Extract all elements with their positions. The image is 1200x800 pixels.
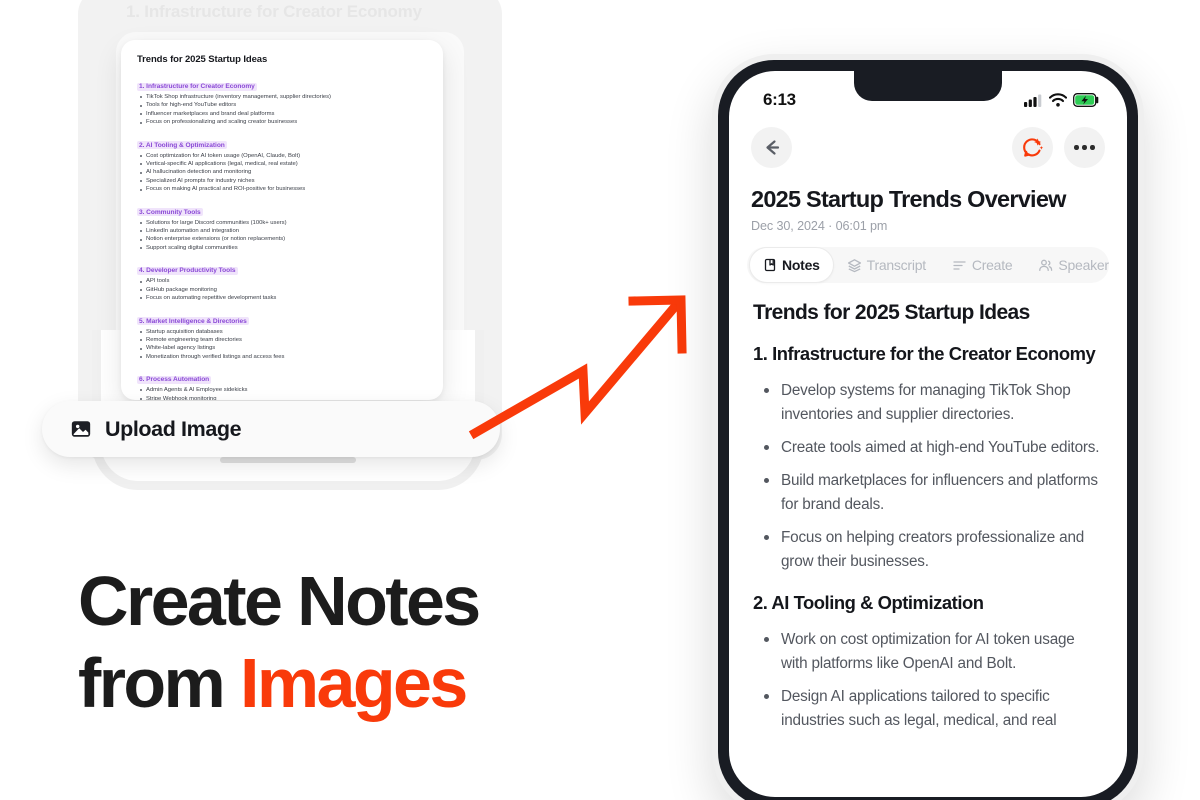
tab-transcript[interactable]: Transcript	[834, 247, 939, 283]
app-header	[729, 119, 1127, 168]
document-bullet: Vertical-specific AI applications (legal…	[137, 160, 427, 168]
note-bullet: Create tools aimed at high-end YouTube e…	[753, 436, 1103, 460]
document-bullet: Cost optimization for AI token usage (Op…	[137, 152, 427, 160]
note-bullet: Develop systems for managing TikTok Shop…	[753, 379, 1103, 427]
book-icon	[763, 258, 777, 272]
document-bullet: Monetization through verified listings a…	[137, 353, 427, 361]
document-bullet: AI hallucination detection and monitorin…	[137, 168, 427, 176]
document-section-heading: 5. Market Intelligence & Directories	[137, 317, 249, 325]
promo-screenshot: 1. Infrastructure for Creator Economy Tr…	[0, 0, 1200, 800]
headline-line-1: Create Notes	[78, 562, 481, 640]
document-sections: 1. Infrastructure for Creator Economy Tik…	[137, 75, 427, 400]
document-section-heading: 1. Infrastructure for Creator Economy	[137, 82, 257, 91]
document-bullet: Admin Agents & AI Employee sidekicks	[137, 386, 427, 394]
note-tab-bar: Notes Transcript Create Speaker	[747, 247, 1109, 283]
document-bullet: Solutions for large Discord communities …	[137, 219, 427, 227]
document-bullet: Tools for high-end YouTube editors	[137, 101, 427, 109]
note-bullet: Work on cost optimization for AI token u…	[753, 628, 1103, 676]
wifi-icon	[1049, 93, 1067, 107]
flow-arrow-icon	[468, 295, 687, 440]
document-bullet: White-label agency listings	[137, 344, 427, 352]
battery-charging-icon	[1073, 93, 1099, 107]
document-bullet: Notion enterprise extensions (or notion …	[137, 235, 427, 243]
document-bullet: Focus on making AI practical and ROI-pos…	[137, 185, 427, 193]
document-bullet-list: API tools GitHub package monitoring Focus …	[137, 277, 427, 302]
more-options-icon	[1074, 145, 1095, 150]
document-section: 1. Infrastructure for Creator Economy Tik…	[137, 75, 427, 127]
document-section-heading: 4. Developer Productivity Tools	[137, 266, 238, 275]
note-section-heading: 1. Infrastructure for the Creator Econom…	[753, 343, 1096, 364]
note-bullet: Build marketplaces for influencers and p…	[753, 469, 1103, 517]
back-button[interactable]	[751, 127, 792, 168]
document-bullet: API tools	[137, 277, 427, 285]
document-bullet: Support scaling digital communities	[137, 244, 427, 252]
note-body: Trends for 2025 Startup Ideas 1. Infrast…	[729, 283, 1127, 733]
signal-icon	[1024, 94, 1042, 107]
image-icon	[71, 421, 91, 437]
phone-mockup: 6:13 2025 Startup Trends Overview Dec 30…	[712, 54, 1144, 800]
tab-label: Speaker	[1058, 257, 1109, 273]
page-headline: Create Notes from Images	[78, 560, 481, 724]
ghost-heading-text: 1. Infrastructure for Creator Economy	[126, 2, 422, 21]
document-section: 5. Market Intelligence & Directories Star…	[137, 310, 427, 362]
note-bullet: Design AI applications tailored to speci…	[753, 685, 1103, 733]
phone-screen: 6:13 2025 Startup Trends Overview Dec 30…	[729, 71, 1127, 797]
note-bullet-list: Work on cost optimization for AI token u…	[753, 628, 1103, 733]
back-arrow-icon	[766, 140, 780, 155]
document-bullet: Startup acquisition databases	[137, 328, 427, 336]
document-section: 2. AI Tooling & Optimization Cost optimiz…	[137, 134, 427, 194]
document-bullet: Focus on professionalizing and scaling c…	[137, 118, 427, 126]
note-bullet-list: Develop systems for managing TikTok Shop…	[753, 379, 1103, 574]
document-bullet: Stripe Webhook monitoring	[137, 395, 427, 400]
document-bullet: Focus on automating repetitive developme…	[137, 294, 427, 302]
document-bullet: Specialized AI prompts for industry nich…	[137, 177, 427, 185]
note-date: Dec 30, 2024 · 06:01 pm	[751, 219, 888, 233]
document-bullet: LinkedIn automation and integration	[137, 227, 427, 235]
note-title: 2025 Startup Trends Overview	[751, 186, 1066, 212]
tab-label: Create	[971, 257, 1013, 273]
tab-label: Transcript	[866, 257, 926, 273]
document-section-heading: 3. Community Tools	[137, 208, 203, 217]
note-body-heading: Trends for 2025 Startup Ideas	[753, 301, 1030, 324]
layers-icon	[847, 258, 862, 273]
document-section-heading: 6. Process Automation	[137, 375, 212, 384]
note-body-sections: 1. Infrastructure for the Creator Econom…	[753, 341, 1103, 733]
people-icon	[1038, 258, 1053, 273]
document-bullet-list: Cost optimization for AI token usage (Op…	[137, 152, 427, 194]
status-time: 6:13	[763, 90, 796, 109]
phone-notch	[854, 71, 1002, 101]
upload-image-button[interactable]: Upload Image	[42, 401, 500, 457]
source-document-card: Trends for 2025 Startup Ideas 1. Infrast…	[121, 40, 443, 400]
document-section-heading: 2. AI Tooling & Optimization	[137, 141, 227, 150]
document-section: 4. Developer Productivity Tools API tools…	[137, 259, 427, 302]
document-bullet-list: Solutions for large Discord communities …	[137, 219, 427, 253]
note-bullet: Focus on helping creators professionaliz…	[753, 526, 1103, 574]
ai-generate-button[interactable]	[1012, 127, 1053, 168]
home-indicator	[220, 457, 356, 463]
document-title: Trends for 2025 Startup Ideas	[137, 54, 268, 65]
document-bullet-list: Admin Agents & AI Employee sidekicks Stri…	[137, 386, 427, 400]
tab-notes[interactable]: Notes	[749, 247, 834, 283]
document-bullet-list: Startup acquisition databases Remote engi…	[137, 328, 427, 362]
lines-icon	[952, 258, 967, 273]
document-bullet-list: TikTok Shop infrastructure (inventory ma…	[137, 93, 427, 127]
phone-bezel: 6:13 2025 Startup Trends Overview Dec 30…	[718, 60, 1138, 800]
document-bullet: TikTok Shop infrastructure (inventory ma…	[137, 93, 427, 101]
headline-accent: Images	[240, 644, 468, 722]
tab-label: Notes	[782, 257, 820, 273]
note-section-heading: 2. AI Tooling & Optimization	[753, 592, 984, 613]
ai-sparkle-icon	[1023, 138, 1044, 157]
document-section: 6. Process Automation Admin Agents & AI E…	[137, 368, 427, 400]
document-section: 3. Community Tools Solutions for large Di…	[137, 201, 427, 253]
document-bullet: Remote engineering team directories	[137, 336, 427, 344]
document-bullet: GitHub package monitoring	[137, 286, 427, 294]
document-bullet: Influencer marketplaces and brand deal p…	[137, 110, 427, 118]
headline-line-2: from Images	[78, 642, 479, 724]
headline-prefix: from	[78, 644, 241, 722]
upload-image-label: Upload Image	[105, 416, 242, 441]
tab-create[interactable]: Create	[939, 247, 1026, 283]
tab-speaker[interactable]: Speaker	[1025, 247, 1121, 283]
more-options-button[interactable]	[1064, 127, 1105, 168]
